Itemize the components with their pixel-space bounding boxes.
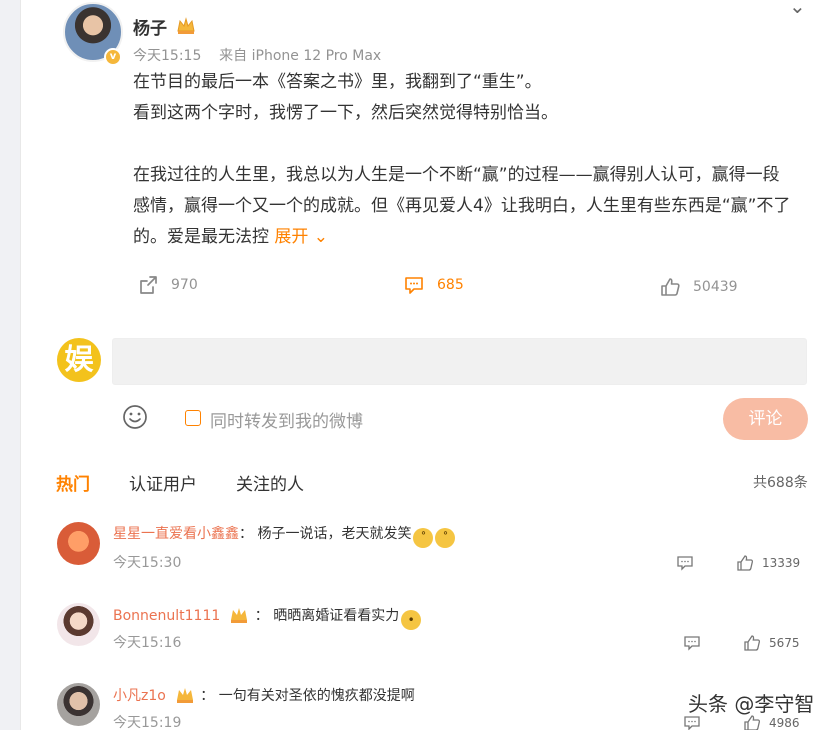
post-line: 的。爱是最无法控 (133, 227, 269, 247)
share-icon (140, 276, 157, 294)
comment-avatar[interactable] (57, 683, 100, 726)
repost-checkbox-label[interactable]: 同时转发到我的微博 (210, 407, 363, 432)
tab-following[interactable]: 关注的人 (236, 470, 304, 495)
crown-icon (177, 17, 195, 34)
comment-icon (405, 277, 423, 294)
comment-avatar[interactable] (57, 522, 100, 565)
dog-emoji-icon: • (401, 610, 422, 630)
post-line-last: 的。爱是最无法控 展开 ⌄ (133, 222, 813, 253)
comment-time: 今天15:30 (113, 555, 182, 571)
comment-author[interactable]: 小凡z1o (113, 688, 166, 704)
comment-author[interactable]: Bonnenult1111 (113, 608, 220, 624)
thumbs-up-icon (737, 555, 754, 571)
comment-text: 一句有关对圣依的愧疚都没提啊 (218, 688, 415, 704)
comment-like-count: 4986 (769, 716, 800, 730)
thumbs-up-icon (744, 635, 761, 651)
crown-icon (231, 608, 248, 623)
comment-text: 晒晒离婚证看看实力 (273, 608, 400, 624)
comment-like-count: 5675 (769, 636, 800, 650)
post-line: 感情，赢得一个又一个的成就。但《再见爱人4》让我明白，人生里有些东西是“赢”不了 (133, 196, 791, 216)
comment-time: 今天15:19 (113, 715, 182, 730)
chevron-down-icon[interactable]: ⌄ (789, 0, 806, 18)
post-line: 看到这两个字时，我愣了一下，然后突然觉得特别恰当。 (133, 103, 558, 123)
expand-label: 展开 (274, 227, 309, 247)
tab-hot[interactable]: 热门 (56, 470, 90, 495)
repost-count: 970 (171, 277, 198, 293)
weibo-post-card: ⌄ v 杨子 今天15:15 来自 iPhone 12 Pro Max 在节目的… (20, 0, 839, 730)
post-line: 在我过往的人生里，我总以为人生是一个不断“赢”的过程——赢得别人认可，赢得一段 (133, 165, 780, 185)
comment-icon (677, 556, 693, 571)
thumbs-up-icon (661, 278, 680, 296)
post-line: 在节目的最后一本《答案之书》里，我翻到了“重生”。 (133, 72, 542, 92)
repost-button[interactable]: 970 (137, 273, 198, 297)
crying-emoji-icon: ˚ (413, 528, 434, 548)
user-avatar-logo: 娱 (57, 338, 101, 382)
tab-verified-users[interactable]: 认证用户 (129, 470, 197, 495)
reply-button[interactable] (683, 634, 701, 656)
submit-comment-button[interactable]: 评论 (723, 398, 808, 440)
comment-like-button[interactable]: 13339 (736, 554, 800, 572)
comment-author[interactable]: 星星一直爱看小鑫鑫 (113, 526, 239, 542)
post-meta: 今天15:15 来自 iPhone 12 Pro Max (133, 45, 381, 65)
post-time: 今天15:15 (133, 48, 202, 64)
chevron-down-icon: ⌄ (308, 227, 329, 247)
like-button[interactable]: 50439 (659, 275, 738, 299)
comment-avatar[interactable] (57, 603, 100, 646)
comment-text: 杨子一说话，老天就发笑 (257, 526, 412, 542)
comment-icon (684, 636, 700, 651)
repost-checkbox[interactable] (185, 410, 201, 426)
emoji-smile-icon[interactable] (122, 404, 148, 430)
comment-row: 小凡z1o ： 一句有关对圣依的愧疚都没提啊 (113, 683, 415, 705)
reply-button[interactable] (676, 554, 694, 576)
verified-badge-icon: v (104, 48, 122, 66)
comment-like-count: 13339 (762, 556, 801, 570)
expand-link[interactable]: 展开 ⌄ (274, 227, 328, 247)
comment-row: 星星一直爱看小鑫鑫： 杨子一说话，老天就发笑 ˚ ˚ (113, 523, 456, 548)
author-name[interactable]: 杨子 (133, 14, 167, 39)
comment-button[interactable]: 685 (403, 273, 464, 297)
post-text: 在节目的最后一本《答案之书》里，我翻到了“重生”。 看到这两个字时，我愣了一下，… (133, 67, 813, 253)
crown-icon (176, 688, 193, 703)
comment-count: 685 (437, 277, 464, 293)
watermark: 头条 @李守智 (688, 692, 815, 716)
comment-input[interactable] (112, 338, 807, 385)
comment-time: 今天15:16 (113, 635, 182, 651)
like-count: 50439 (693, 279, 738, 295)
comment-like-button[interactable]: 5675 (743, 634, 800, 652)
comment-total: 共688条 (753, 475, 808, 491)
crying-emoji-icon: ˚ (435, 528, 456, 548)
comment-row: Bonnenult1111 ： 晒晒离婚证看看实力 • (113, 603, 422, 630)
post-source: 来自 iPhone 12 Pro Max (219, 48, 382, 64)
comment-separator: ： (239, 526, 258, 542)
comment-separator: ： (195, 688, 219, 704)
comment-separator: ： (250, 608, 274, 624)
